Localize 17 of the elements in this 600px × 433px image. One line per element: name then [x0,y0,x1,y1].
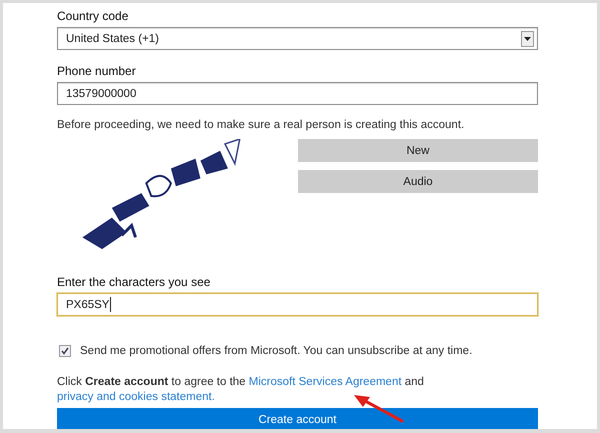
field-label: Phone number [57,64,137,78]
text-cursor [110,297,112,312]
characters-input[interactable]: PX65SY [57,293,538,316]
field-label: Enter the characters you see [57,275,212,289]
promo-checkbox[interactable] [59,345,71,357]
phone-input[interactable]: 13579000000 [57,82,538,105]
agreement-text: Click Create account to agree to the Microsoft Services Agreement and privacy and cookies statement. [57,375,425,405]
captcha-button[interactable]: Audio [298,170,538,193]
field-label: Country code [57,9,130,23]
notice-text: Before proceeding, we need to make sure a real person is creating this account. [57,119,466,131]
create-account-button[interactable]: Create account [57,408,538,429]
country-select[interactable]: United States (+1) [57,27,538,50]
services-agreement-link[interactable]: Microsoft Services Agreement [248,376,402,388]
arrow-annotation [353,394,405,424]
privacy-link[interactable]: privacy and cookies statement. [57,391,215,403]
promo-label: Send me promotional offers from Microsoft. You can unsubscribe at any time. [80,345,472,357]
captcha-button[interactable]: New [298,139,538,162]
